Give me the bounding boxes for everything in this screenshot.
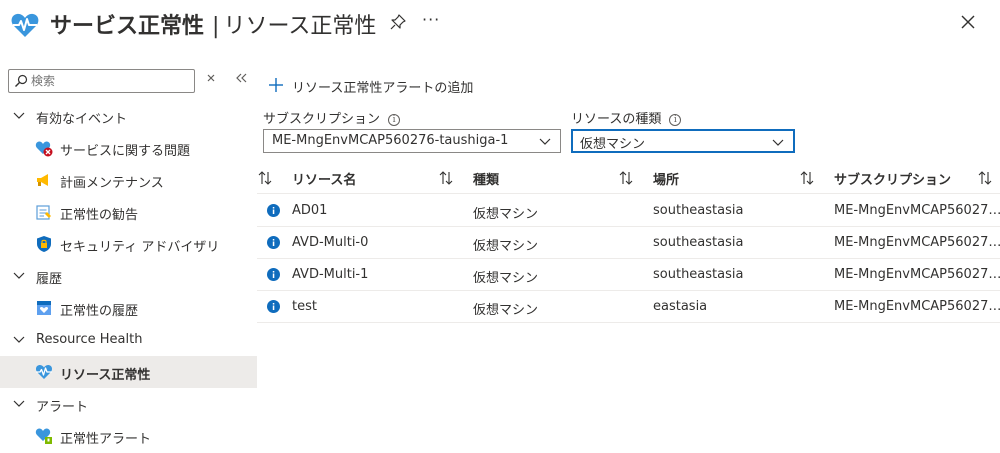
page-header: サービス正常性 | リソース正常性 ··· [0,0,1000,50]
title-sub: リソース正常性 [223,14,377,39]
add-alert-label: リソース正常性アラートの追加 [292,81,474,96]
cell-location: southeastasia [653,235,744,250]
nav-group-label: 履歴 [36,272,63,287]
chevron-down-icon [13,336,25,343]
cell-subscription: ME-MngEnvMCAP56027… [834,235,1000,250]
history-icon [37,301,51,315]
nav-group-label: Resource Health [36,332,143,347]
column-header-location[interactable]: 場所 [653,169,679,188]
sidebar-item-label: サービスに関する問題 [60,144,191,159]
sidebar-item-health-alerts[interactable]: 正常性アラート [0,420,257,452]
cell-location: eastasia [653,299,708,314]
cell-name[interactable]: AVD-Multi-0 [292,235,368,250]
page-title: サービス正常性 | リソース正常性 [50,8,376,40]
resource-type-dropdown-value: 仮想マシン [580,137,646,152]
health-alert-icon [35,428,52,444]
cell-subscription: ME-MngEnvMCAP56027… [834,299,1000,314]
info-status-icon [267,268,280,281]
table-row[interactable]: AVD-Multi-0 仮想マシン southeastasia ME-MngEn… [257,227,1000,259]
plus-icon [269,78,283,92]
resource-type-filter-label: リソースの種類 i [571,108,682,127]
shield-icon [37,236,51,252]
chevron-down-icon [13,272,25,279]
nav-group-alerts[interactable]: アラート [0,388,257,420]
info-status-icon [267,204,280,217]
chevron-down-icon [772,139,784,146]
resource-type-dropdown[interactable]: 仮想マシン [571,129,795,153]
nav-group-label: 有効なイベント [36,112,128,127]
cell-location: southeastasia [653,203,744,218]
resource-type-filter-text: リソースの種類 [571,112,662,127]
sidebar: 有効なイベント サービスに関する問題 計画メンテナンス 正常性の勧告 [0,60,257,453]
sidebar-item-label: リソース正常性 [60,368,151,383]
table-header: リソース名 種類 場所 サブスクリプション [257,162,1000,194]
pin-icon[interactable] [390,14,406,30]
sort-icon[interactable] [257,170,273,186]
sort-icon[interactable] [799,170,815,186]
sidebar-item-security-advisories[interactable]: セキュリティ アドバイザリ [0,228,257,260]
table-row[interactable]: AD01 仮想マシン southeastasia ME-MngEnvMCAP56… [257,195,1000,227]
advisory-icon [36,205,51,220]
sort-icon[interactable] [438,170,454,186]
sidebar-item-health-history[interactable]: 正常性の履歴 [0,292,257,324]
megaphone-icon [37,174,48,186]
cell-name[interactable]: AVD-Multi-1 [292,267,368,282]
table-row[interactable]: AVD-Multi-1 仮想マシン southeastasia ME-MngEn… [257,259,1000,291]
column-header-type[interactable]: 種類 [473,169,499,188]
subscription-dropdown[interactable]: ME-MngEnvMCAP560276-taushiga-1 [263,129,561,153]
info-status-icon [267,236,280,249]
info-icon[interactable]: i [388,114,401,126]
cell-type: 仮想マシン [473,271,539,286]
nav-group-history[interactable]: 履歴 [0,260,257,292]
cell-type: 仮想マシン [473,207,539,222]
chevron-down-icon [13,400,25,407]
sidebar-item-resource-health[interactable]: リソース正常性 [0,356,257,388]
service-issue-icon [35,141,53,157]
nav-group-resource-health[interactable]: Resource Health [0,324,257,356]
chevron-down-icon [13,112,25,119]
table-row[interactable]: test 仮想マシン eastasia ME-MngEnvMCAP56027… [257,291,1000,323]
sidebar-item-label: 正常性アラート [60,432,152,447]
column-header-name[interactable]: リソース名 [292,169,356,188]
subscription-filter-label: サブスクリプション i [263,108,401,127]
close-icon[interactable] [958,12,978,32]
sort-icon[interactable] [618,170,634,186]
collapse-sidebar-icon[interactable] [233,70,249,86]
nav-group-active-events[interactable]: 有効なイベント [0,100,257,132]
sort-icon[interactable] [977,170,993,186]
sidebar-item-health-advisories[interactable]: 正常性の勧告 [0,196,257,228]
sidebar-item-planned-maintenance[interactable]: 計画メンテナンス [0,164,257,196]
sidebar-item-label: 計画メンテナンス [60,176,164,191]
sidebar-item-label: 正常性の勧告 [60,208,139,223]
search-icon [15,74,28,87]
cell-name[interactable]: test [292,299,317,314]
cell-type: 仮想マシン [473,239,539,254]
more-options-icon[interactable]: ··· [422,10,440,29]
cell-subscription: ME-MngEnvMCAP56027… [834,267,1000,282]
cell-subscription: ME-MngEnvMCAP56027… [834,203,1000,218]
info-icon[interactable]: i [669,114,682,126]
cell-type: 仮想マシン [473,303,539,318]
sidebar-item-label: セキュリティ アドバイザリ [60,240,220,255]
clear-icon[interactable] [204,71,218,85]
nav-group-label: アラート [36,400,89,415]
cell-name[interactable]: AD01 [292,203,327,218]
heart-pulse-icon [11,13,39,37]
cell-location: southeastasia [653,267,744,282]
chevron-down-icon [539,138,551,145]
subscription-dropdown-value: ME-MngEnvMCAP560276-taushiga-1 [272,133,509,148]
subscription-filter-text: サブスクリプション [263,112,381,127]
title-main: サービス正常性 [50,14,205,39]
column-header-subscription[interactable]: サブスクリプション [834,169,951,188]
search-input[interactable] [31,72,191,90]
sidebar-item-label: 正常性の履歴 [60,304,139,319]
sidebar-item-service-issues[interactable]: サービスに関する問題 [0,132,257,164]
info-status-icon [267,300,280,313]
heart-pulse-icon [35,364,53,379]
search-box[interactable] [8,69,195,93]
title-separator: | [212,14,220,39]
